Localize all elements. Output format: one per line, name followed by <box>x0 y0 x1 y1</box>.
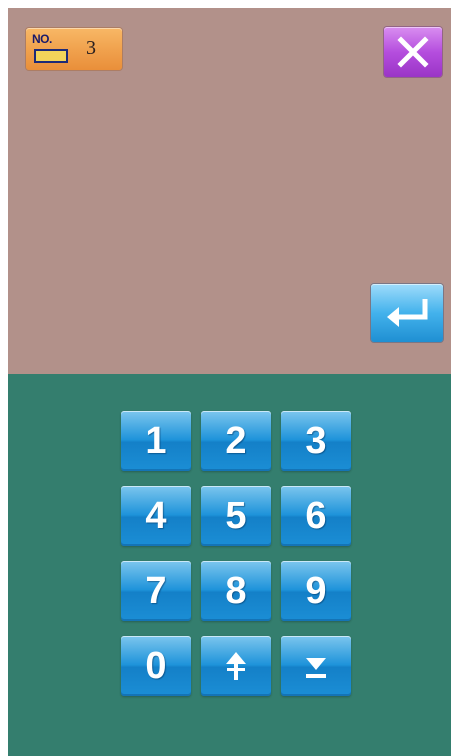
enter-icon <box>387 299 428 327</box>
number-badge: NO. 3 <box>26 28 122 70</box>
number-value: 3 <box>86 37 96 59</box>
key-5[interactable]: 5 <box>201 486 271 546</box>
key-3[interactable]: 3 <box>281 411 351 471</box>
key-4[interactable]: 4 <box>121 486 191 546</box>
number-icon-box <box>34 49 68 63</box>
key-7[interactable]: 7 <box>121 561 191 621</box>
up-arrow-icon <box>226 652 246 680</box>
down-arrow-icon <box>306 658 326 678</box>
close-icon <box>397 36 429 68</box>
app-screen: NO. 3 1 2 3 4 5 6 7 8 9 0 <box>8 8 451 756</box>
key-2[interactable]: 2 <box>201 411 271 471</box>
increment-button[interactable] <box>201 636 271 696</box>
key-0[interactable]: 0 <box>121 636 191 696</box>
key-6[interactable]: 6 <box>281 486 351 546</box>
close-button[interactable] <box>384 27 442 77</box>
key-9[interactable]: 9 <box>281 561 351 621</box>
display-panel: NO. 3 <box>8 8 451 374</box>
key-1[interactable]: 1 <box>121 411 191 471</box>
number-icon: NO. <box>32 32 72 66</box>
decrement-button[interactable] <box>281 636 351 696</box>
key-8[interactable]: 8 <box>201 561 271 621</box>
keypad-panel: 1 2 3 4 5 6 7 8 9 0 <box>8 374 451 756</box>
enter-button[interactable] <box>371 284 443 342</box>
number-label: NO. <box>32 32 52 46</box>
